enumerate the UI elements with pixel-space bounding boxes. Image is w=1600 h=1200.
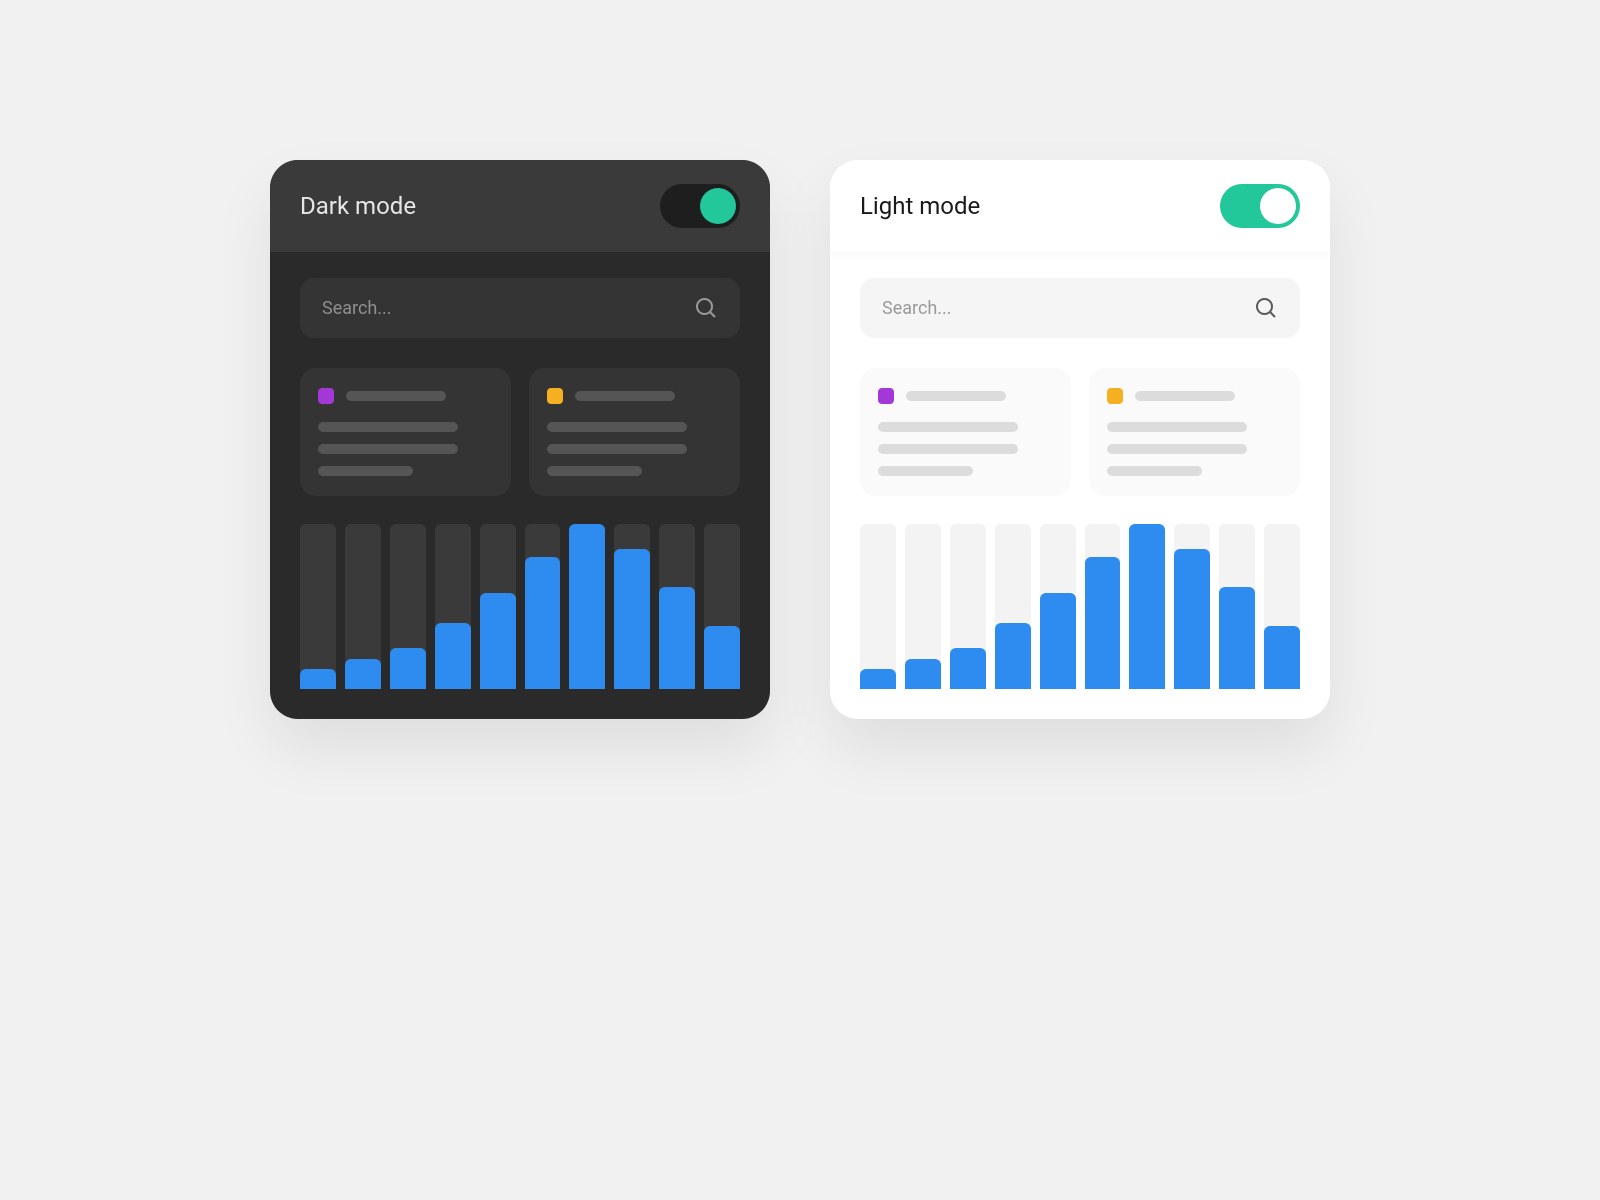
bar-slot: [1264, 524, 1300, 689]
bar-slot: [1219, 524, 1255, 689]
search-input[interactable]: Search...: [300, 278, 740, 338]
tile-line-placeholder: [1107, 422, 1247, 432]
color-dot-icon: [547, 388, 563, 404]
tile-line-placeholder: [318, 444, 458, 454]
color-dot-icon: [878, 388, 894, 404]
bar-bg: [300, 524, 336, 689]
bar-chart: [300, 524, 740, 689]
bar-slot: [480, 524, 516, 689]
bar-fg: [860, 669, 896, 689]
bar-fg: [905, 659, 941, 689]
bar-fg: [950, 648, 986, 689]
color-dot-icon: [1107, 388, 1123, 404]
tile[interactable]: [300, 368, 511, 496]
bar-fg: [390, 648, 426, 689]
tile[interactable]: [529, 368, 740, 496]
tile-title-placeholder: [575, 391, 675, 401]
bar-fg: [704, 626, 740, 689]
bar-fg: [614, 549, 650, 689]
bar-fg: [300, 669, 336, 689]
card-body: Search...: [830, 252, 1330, 719]
tile-line-placeholder: [1107, 444, 1247, 454]
bar-slot: [525, 524, 561, 689]
bar-fg: [1174, 549, 1210, 689]
tile-title-placeholder: [1135, 391, 1235, 401]
toggle-thumb: [700, 188, 736, 224]
bar-fg: [1129, 524, 1165, 689]
bar-fg: [1040, 593, 1076, 689]
bar-slot: [614, 524, 650, 689]
bar-slot: [435, 524, 471, 689]
tile[interactable]: [1089, 368, 1300, 496]
bar-fg: [345, 659, 381, 689]
light-mode-card: Light mode Search...: [830, 160, 1330, 719]
search-placeholder: Search...: [322, 298, 392, 319]
tile[interactable]: [860, 368, 1071, 496]
search-icon: [694, 296, 718, 320]
tile-line-placeholder: [547, 466, 642, 476]
tile-line-placeholder: [547, 422, 687, 432]
search-icon: [1254, 296, 1278, 320]
tile-line-placeholder: [878, 444, 1018, 454]
theme-toggle[interactable]: [1220, 184, 1300, 228]
bar-slot: [569, 524, 605, 689]
card-title: Dark mode: [300, 192, 416, 220]
bar-fg: [659, 587, 695, 689]
search-placeholder: Search...: [882, 298, 952, 319]
tile-line-placeholder: [878, 466, 973, 476]
tile-row: [860, 368, 1300, 496]
bar-bg: [860, 524, 896, 689]
bar-slot: [704, 524, 740, 689]
bar-fg: [525, 557, 561, 689]
bar-slot: [995, 524, 1031, 689]
bar-slot: [390, 524, 426, 689]
bar-slot: [1040, 524, 1076, 689]
theme-toggle[interactable]: [660, 184, 740, 228]
bar-fg: [995, 623, 1031, 689]
bar-slot: [1085, 524, 1121, 689]
bar-fg: [435, 623, 471, 689]
bar-slot: [860, 524, 896, 689]
tile-line-placeholder: [318, 466, 413, 476]
toggle-thumb: [1260, 188, 1296, 224]
card-header: Dark mode: [270, 160, 770, 252]
tile-row: [300, 368, 740, 496]
color-dot-icon: [318, 388, 334, 404]
bar-slot: [300, 524, 336, 689]
tile-line-placeholder: [547, 444, 687, 454]
bar-fg: [569, 524, 605, 689]
tile-line-placeholder: [878, 422, 1018, 432]
bar-slot: [1129, 524, 1165, 689]
bar-fg: [1264, 626, 1300, 689]
card-body: Search...: [270, 252, 770, 719]
card-header: Light mode: [830, 160, 1330, 252]
dark-mode-card: Dark mode Search...: [270, 160, 770, 719]
bar-slot: [345, 524, 381, 689]
tile-line-placeholder: [1107, 466, 1202, 476]
bar-chart: [860, 524, 1300, 689]
card-title: Light mode: [860, 192, 980, 220]
bar-slot: [1174, 524, 1210, 689]
tile-title-placeholder: [346, 391, 446, 401]
search-input[interactable]: Search...: [860, 278, 1300, 338]
tile-line-placeholder: [318, 422, 458, 432]
bar-fg: [480, 593, 516, 689]
bar-fg: [1219, 587, 1255, 689]
tile-title-placeholder: [906, 391, 1006, 401]
bar-slot: [905, 524, 941, 689]
bar-fg: [1085, 557, 1121, 689]
bar-slot: [659, 524, 695, 689]
bar-slot: [950, 524, 986, 689]
